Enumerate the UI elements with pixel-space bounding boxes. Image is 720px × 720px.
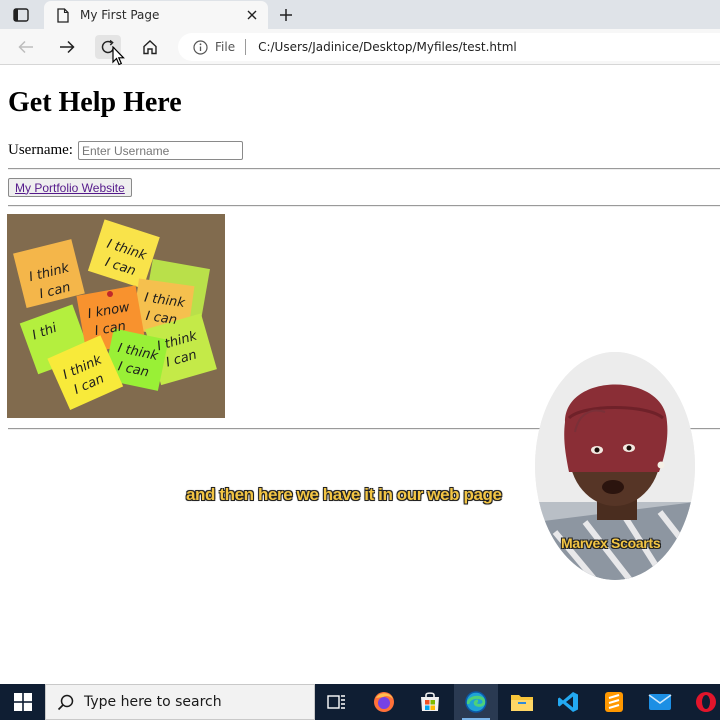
browser-toolbar: File C:/Users/Jadinice/Desktop/Myfiles/t… [0, 29, 720, 65]
video-caption: and then here we have it in our web page [186, 485, 502, 504]
forward-button[interactable] [54, 35, 80, 59]
url-scheme-label: File [215, 40, 236, 54]
opera-icon [696, 692, 716, 712]
horizontal-rule [8, 205, 720, 207]
firefox-taskbar-button[interactable] [362, 684, 406, 720]
mail-icon [648, 694, 672, 710]
portfolio-button[interactable]: My Portfolio Website [8, 178, 132, 197]
windows-taskbar: Type here to search [0, 684, 720, 720]
plus-icon [280, 9, 292, 21]
url-text[interactable]: C:/Users/Jadinice/Desktop/Myfiles/test.h… [258, 40, 517, 54]
address-separator [245, 39, 247, 55]
firefox-icon [374, 692, 394, 712]
pushpin-icon [107, 291, 113, 297]
edge-taskbar-button[interactable] [454, 684, 498, 720]
page-heading: Get Help Here [8, 87, 182, 118]
home-button[interactable] [137, 35, 163, 59]
address-bar[interactable]: File C:/Users/Jadinice/Desktop/Myfiles/t… [178, 33, 720, 61]
new-tab-button[interactable] [276, 5, 296, 25]
start-button[interactable] [0, 684, 45, 720]
forward-arrow-icon [60, 40, 75, 54]
username-label: Username: [8, 142, 73, 158]
back-arrow-icon [18, 40, 33, 54]
taskbar-search-box[interactable]: Type here to search [45, 684, 315, 720]
home-icon [143, 40, 157, 55]
mail-taskbar-button[interactable] [638, 684, 682, 720]
close-tab-icon[interactable] [244, 7, 260, 23]
browser-tab-strip: My First Page [0, 0, 720, 29]
folder-icon [511, 695, 533, 711]
username-input[interactable] [77, 141, 243, 160]
task-view-icon [327, 695, 345, 709]
opera-taskbar-button[interactable] [684, 684, 720, 720]
search-icon [56, 693, 74, 711]
edge-icon [465, 691, 487, 713]
sublime-text-icon [605, 692, 623, 712]
microsoft-store-icon [421, 692, 439, 711]
microsoft-store-taskbar-button[interactable] [408, 684, 452, 720]
page-icon [56, 7, 70, 23]
presenter-name: Marvex Scoarts [561, 535, 661, 551]
search-placeholder: Type here to search [84, 694, 222, 710]
site-info-icon[interactable] [192, 39, 208, 55]
horizontal-rule [8, 168, 720, 170]
vscode-icon [558, 692, 578, 712]
windows-logo-icon [13, 693, 32, 711]
vscode-taskbar-button[interactable] [546, 684, 590, 720]
back-button[interactable] [13, 35, 39, 59]
username-row: Username: [8, 141, 243, 160]
file-explorer-taskbar-button[interactable] [500, 684, 544, 720]
task-view-button[interactable] [315, 684, 359, 720]
mouse-cursor-icon [112, 46, 125, 66]
tab-title: My First Page [80, 8, 160, 22]
tab-my-first-page[interactable]: My First Page [44, 1, 268, 29]
sublime-text-taskbar-button[interactable] [592, 684, 636, 720]
sticky-notes-image: I think I can I think I can I know I can… [7, 214, 225, 418]
portfolio-link[interactable]: My Portfolio Website [15, 181, 125, 195]
tab-actions-icon[interactable] [8, 5, 34, 25]
